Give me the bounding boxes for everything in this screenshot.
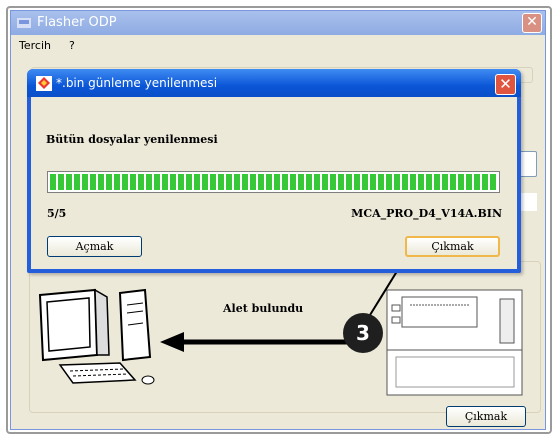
- progress-fill: [50, 174, 497, 190]
- file-count: 5/5: [47, 207, 67, 220]
- menu-bar: Tercih ?: [11, 35, 545, 55]
- menu-tercih[interactable]: Tercih: [19, 39, 51, 52]
- open-button[interactable]: Açmak: [47, 236, 142, 257]
- side-field: [519, 151, 537, 177]
- menu-help[interactable]: ?: [69, 39, 75, 52]
- app-icon: [17, 18, 31, 28]
- dialog-message: Bütün dosyalar yenilenmesi: [46, 133, 218, 146]
- dialog-titlebar: *.bin günleme yenilenmesi ✕: [27, 69, 521, 97]
- main-exit-button[interactable]: Çıkmak: [446, 406, 526, 427]
- dialog-body: Bütün dosyalar yenilenmesi 5/5 MCA_PRO_D…: [31, 97, 517, 269]
- device-found-label: Alet bulundu: [223, 302, 304, 315]
- connection-arrow: [160, 332, 365, 352]
- dialog-exit-button[interactable]: Çıkmak: [405, 236, 500, 257]
- step-badge: 3: [343, 313, 383, 353]
- dialog-app-icon: [36, 76, 52, 91]
- computer-illustration: [38, 288, 155, 385]
- current-filename: MCA_PRO_D4_V14A.BIN: [351, 207, 502, 220]
- progress-bar: [47, 171, 500, 193]
- window-title: Flasher ODP: [37, 15, 117, 30]
- dialog-close-button[interactable]: ✕: [495, 74, 516, 95]
- main-titlebar: Flasher ODP ✕: [11, 11, 545, 35]
- dialog-title: *.bin günleme yenilenmesi: [56, 76, 218, 90]
- side-field-2: [521, 193, 537, 211]
- update-dialog: *.bin günleme yenilenmesi ✕ Bütün dosyal…: [27, 69, 521, 273]
- window-close-button[interactable]: ✕: [522, 13, 542, 33]
